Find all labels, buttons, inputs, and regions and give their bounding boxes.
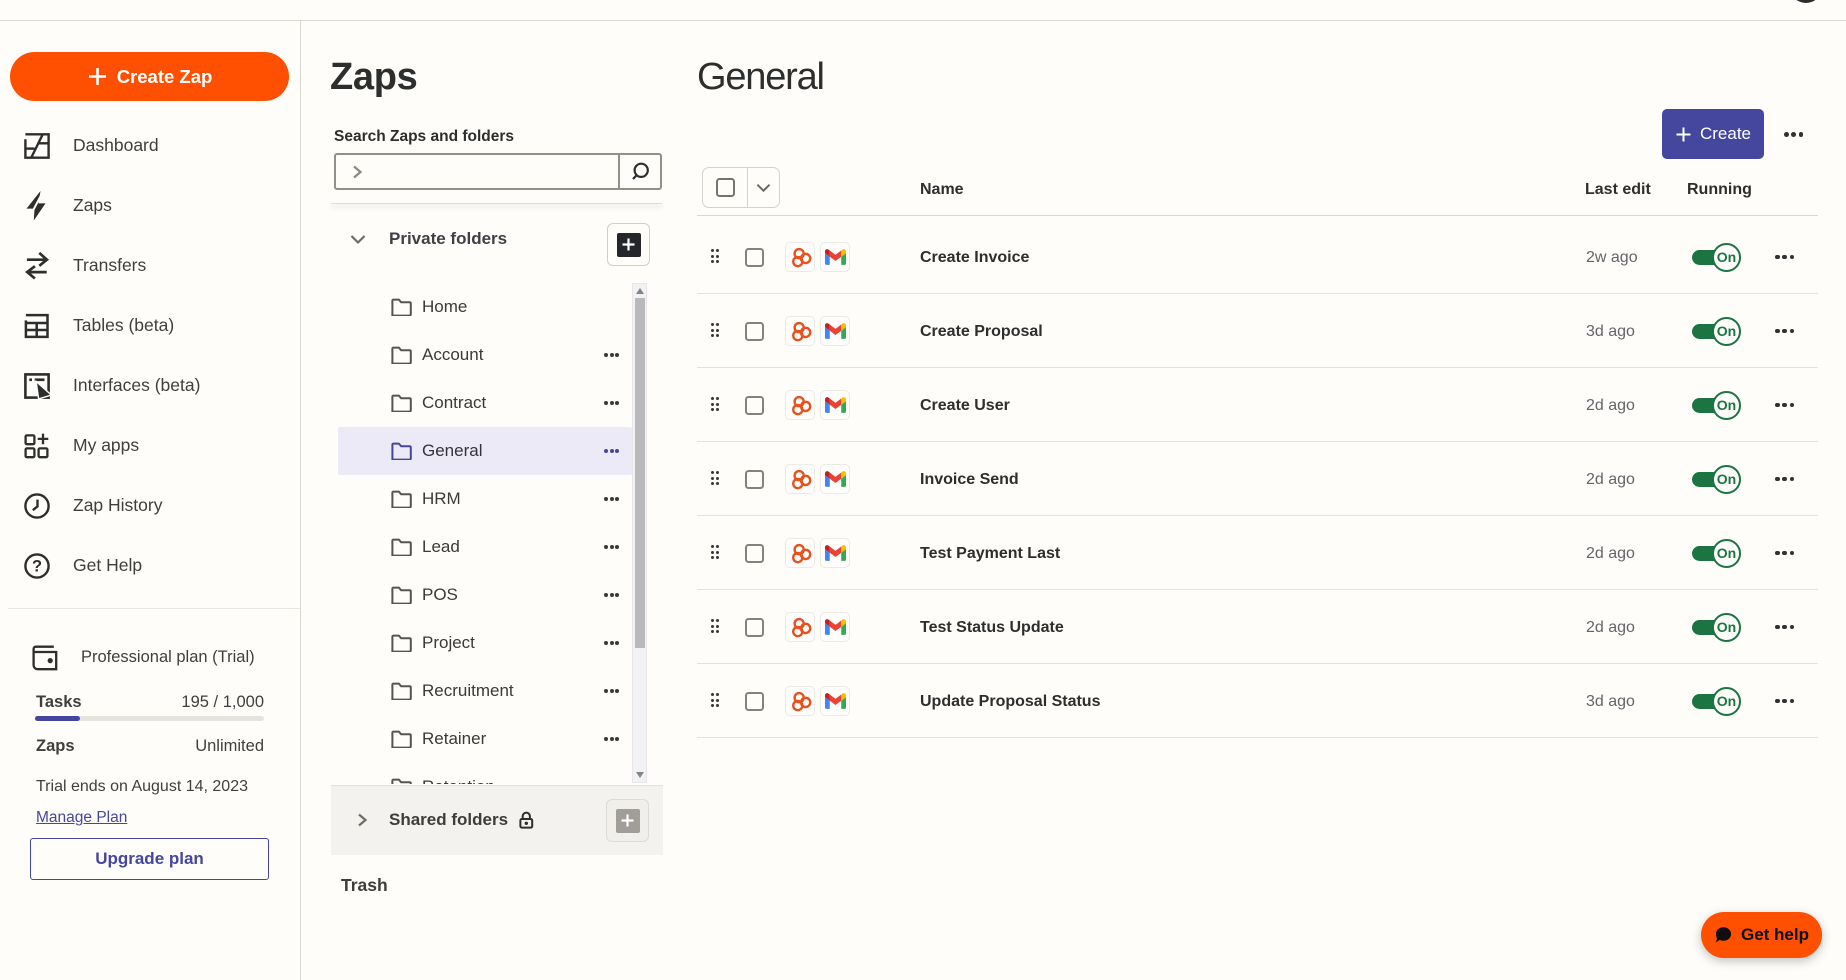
svg-text:?: ? [32,558,42,576]
